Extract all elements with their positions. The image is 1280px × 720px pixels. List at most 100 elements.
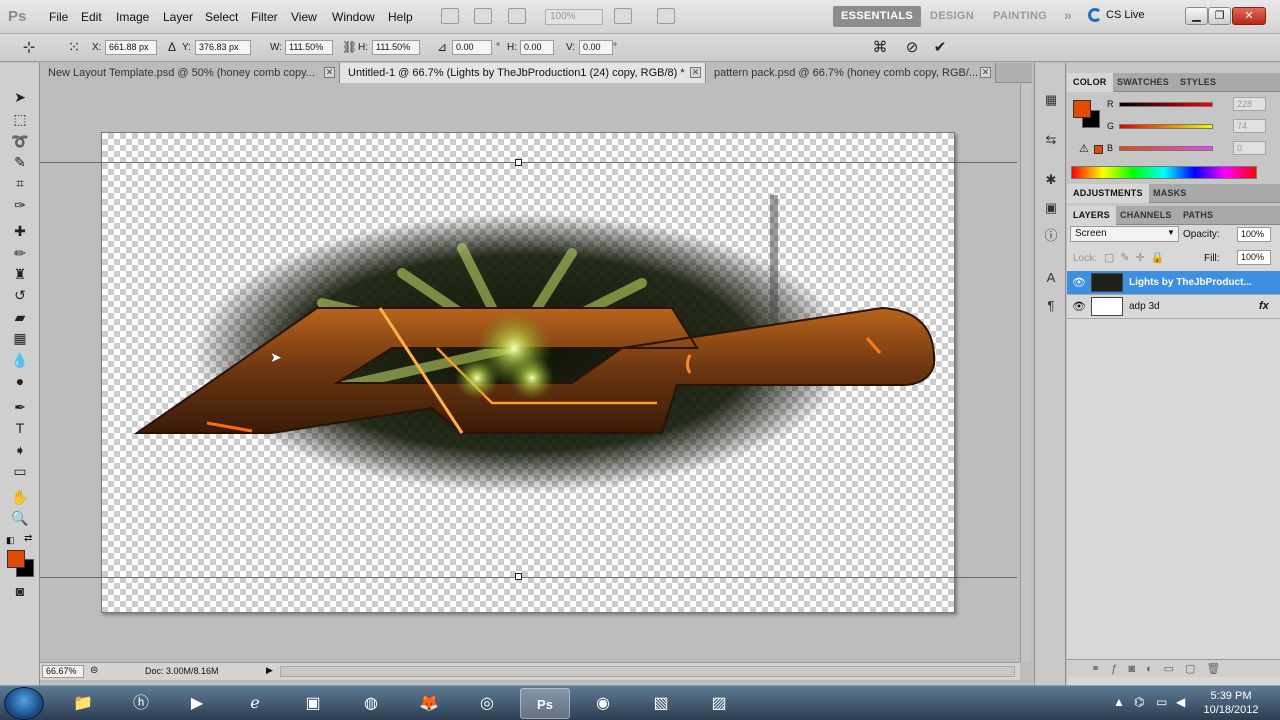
tab-color[interactable]: COLOR: [1067, 73, 1113, 92]
b-slider[interactable]: [1119, 146, 1213, 151]
tab-close-icon[interactable]: ✕: [980, 67, 991, 78]
quick-mask-icon[interactable]: ◙: [9, 581, 31, 601]
tab-close-icon[interactable]: ✕: [324, 67, 335, 78]
photoshop-taskbar-icon[interactable]: Ps: [520, 688, 570, 719]
layer-row-adp-3d[interactable]: 👁 adp 3d fx: [1067, 295, 1280, 319]
status-menu-arrow-icon[interactable]: ▶: [266, 665, 273, 676]
height-field[interactable]: 111.50%: [372, 40, 420, 55]
menu-window[interactable]: Window: [332, 10, 375, 24]
path-selection-tool-icon[interactable]: ➧: [9, 440, 31, 460]
start-button-icon[interactable]: [4, 687, 44, 720]
g-slider[interactable]: [1119, 124, 1213, 129]
g-value[interactable]: 74: [1233, 119, 1266, 133]
restore-button[interactable]: ❐: [1208, 7, 1231, 25]
swap-colors-icon[interactable]: ⇄: [24, 533, 32, 544]
character-panel-icon[interactable]: A: [1042, 269, 1060, 287]
history-panel-icon[interactable]: ⇆: [1042, 131, 1060, 149]
cancel-transform-icon[interactable]: ⊘: [903, 39, 921, 56]
mini-bridge-panel-icon[interactable]: ▦: [1042, 91, 1060, 109]
menu-image[interactable]: Image: [116, 10, 149, 24]
type-tool-icon[interactable]: T: [9, 418, 31, 438]
screen-mode-icon[interactable]: [657, 8, 675, 24]
r-value[interactable]: 228: [1233, 97, 1266, 111]
tray-volume-icon[interactable]: ◀: [1176, 695, 1185, 709]
cs-live-icon[interactable]: [1088, 8, 1102, 22]
arrange-documents-icon[interactable]: [614, 8, 632, 24]
view-extras-icon[interactable]: [508, 8, 526, 24]
healing-brush-tool-icon[interactable]: ✚: [9, 221, 31, 241]
tool-presets-icon[interactable]: ✱: [1042, 171, 1060, 189]
mini-bridge-icon[interactable]: [474, 8, 492, 24]
visibility-eye-icon[interactable]: 👁: [1071, 275, 1087, 291]
minimize-button[interactable]: ▁: [1185, 7, 1208, 25]
blur-tool-icon[interactable]: 💧: [9, 350, 31, 370]
color-spectrum-ramp[interactable]: [1071, 166, 1257, 179]
h-skew-field[interactable]: 0.00: [520, 40, 554, 55]
width-field[interactable]: 111.50%: [285, 40, 333, 55]
x-field[interactable]: 661.88 px: [105, 40, 157, 55]
visibility-eye-icon[interactable]: 👁: [1071, 299, 1087, 315]
status-info-icon[interactable]: ⊜: [90, 665, 98, 676]
tab-new-layout-template[interactable]: New Layout Template.psd @ 50% (honey com…: [40, 63, 340, 83]
tab-close-icon[interactable]: ✕: [690, 67, 701, 78]
blend-mode-dropdown-icon[interactable]: ▼: [1167, 228, 1175, 237]
workspace-essentials[interactable]: ESSENTIALS: [833, 6, 922, 27]
quick-select-tool-icon[interactable]: ✎: [9, 152, 31, 172]
status-zoom-field[interactable]: 66.67%: [42, 665, 84, 678]
media-player-taskbar-icon[interactable]: ▶: [172, 688, 222, 719]
firefox-taskbar-icon[interactable]: 🦊: [404, 688, 454, 719]
menu-view[interactable]: View: [291, 10, 317, 24]
move-tool-preset-icon[interactable]: ⊹: [20, 39, 38, 56]
menu-filter[interactable]: Filter: [251, 10, 278, 24]
office-taskbar-icon[interactable]: ▣: [288, 688, 338, 719]
blue-app-taskbar-icon[interactable]: ◉: [578, 688, 628, 719]
color-panel-foreground-swatch[interactable]: [1073, 100, 1091, 118]
move-tool-icon[interactable]: ➤: [9, 87, 31, 107]
explorer-taskbar-icon[interactable]: 📁: [58, 688, 108, 719]
tab-swatches[interactable]: SWATCHES: [1111, 73, 1175, 92]
shape-tool-icon[interactable]: ▭: [9, 461, 31, 481]
zoom-tool-icon[interactable]: 🔍: [9, 508, 31, 528]
zoom-level-select[interactable]: 100%: [545, 9, 603, 25]
tab-styles[interactable]: STYLES: [1174, 73, 1222, 92]
tab-masks[interactable]: MASKS: [1147, 184, 1193, 203]
menu-layer[interactable]: Layer: [163, 10, 193, 24]
clone-stamp-tool-icon[interactable]: ♜: [9, 264, 31, 284]
link-icon[interactable]: ⛓: [342, 40, 357, 54]
workspace-design[interactable]: DESIGN: [922, 6, 982, 27]
layer-row-lights[interactable]: 👁 Lights by TheJbProduct...: [1067, 271, 1280, 295]
recorder-taskbar-icon[interactable]: ▨: [694, 688, 744, 719]
hp-taskbar-icon[interactable]: ⓗ: [116, 688, 166, 719]
lasso-tool-icon[interactable]: ➰: [9, 131, 31, 151]
menu-file[interactable]: File: [49, 10, 68, 24]
brush-tool-icon[interactable]: ✏: [9, 243, 31, 263]
workspace-painting[interactable]: PAINTING: [985, 6, 1055, 27]
b-value[interactable]: 0: [1233, 141, 1266, 155]
taskbar-clock[interactable]: 5:39 PM 10/18/2012: [1196, 689, 1266, 717]
info-panel-icon[interactable]: ⓘ: [1042, 227, 1060, 245]
commit-transform-icon[interactable]: ✔: [931, 39, 949, 56]
fill-field[interactable]: 100%: [1237, 250, 1271, 265]
history-brush-tool-icon[interactable]: ↺: [9, 285, 31, 305]
globe-app-taskbar-icon[interactable]: ◍: [346, 688, 396, 719]
tab-adjustments[interactable]: ADJUSTMENTS: [1067, 184, 1149, 203]
default-colors-icon[interactable]: ◧: [6, 535, 15, 546]
tab-layers[interactable]: LAYERS: [1067, 206, 1116, 225]
more-workspaces-icon[interactable]: »: [1058, 6, 1078, 27]
dodge-tool-icon[interactable]: ●: [9, 371, 31, 391]
tray-network-icon[interactable]: ⌬: [1134, 695, 1144, 709]
gradient-tool-icon[interactable]: ▦: [9, 328, 31, 348]
gamut-color-swatch[interactable]: [1094, 145, 1103, 154]
tray-expand-icon[interactable]: ▲: [1113, 695, 1125, 709]
horizontal-scrollbar[interactable]: [280, 666, 1015, 677]
blend-mode-select[interactable]: Screen: [1070, 226, 1179, 242]
layers-panel-footer-icons[interactable]: ⚭ƒ◙◐▭▢🗑: [1067, 659, 1280, 677]
tab-paths[interactable]: PATHS: [1177, 206, 1219, 225]
vertical-scrollbar[interactable]: [1020, 84, 1031, 662]
r-slider[interactable]: [1119, 102, 1213, 107]
foreground-color-swatch[interactable]: [7, 550, 25, 568]
tab-untitled-1[interactable]: Untitled-1 @ 66.7% (Lights by TheJbProdu…: [340, 63, 706, 83]
chrome-taskbar-icon[interactable]: ◎: [462, 688, 512, 719]
layer-effects-icon[interactable]: fx: [1259, 300, 1269, 312]
cs-live-menu[interactable]: CS Live: [1106, 9, 1145, 21]
